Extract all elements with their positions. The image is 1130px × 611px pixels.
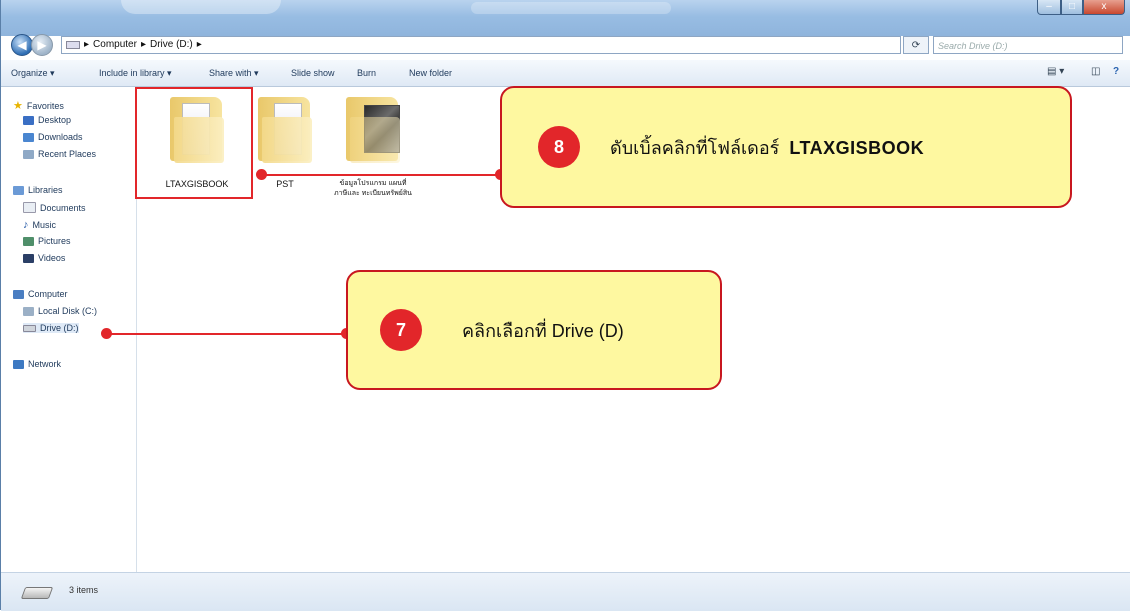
item-count: 3 items — [69, 585, 99, 595]
status-bar: 3 items — [1, 572, 1130, 611]
burn-button[interactable]: Burn — [357, 68, 376, 78]
folder-icon — [254, 93, 316, 165]
view-options-icon[interactable]: ▤ ▾ — [1047, 66, 1064, 77]
preview-pane-icon[interactable]: ◫ — [1091, 66, 1100, 77]
close-button[interactable]: x — [1083, 0, 1125, 15]
sidebar-item-libraries[interactable]: Libraries — [13, 185, 63, 195]
sidebar-item-label: Desktop — [38, 115, 72, 125]
local-disk-icon — [23, 306, 34, 316]
step-8-folder-name: LTAXGISBOOK — [789, 137, 925, 158]
callout-7-connector — [110, 333, 346, 335]
sidebar-item-label: Local Disk (C:) — [38, 306, 98, 316]
sidebar-item-local-disk[interactable]: Local Disk (C:) — [23, 306, 97, 316]
sidebar-item-label: Downloads — [38, 132, 83, 142]
refresh-button[interactable]: ⟳ — [903, 36, 929, 54]
recent-places-icon — [23, 149, 34, 159]
sidebar-item-downloads[interactable]: Downloads — [23, 132, 83, 142]
include-in-library-menu[interactable]: Include in library ▾ — [99, 68, 172, 79]
sidebar-item-label: Drive (D:) — [40, 323, 79, 333]
sidebar-item-recent-places[interactable]: Recent Places — [23, 149, 96, 159]
drive-icon — [20, 587, 54, 599]
callout-8-connector — [262, 174, 500, 176]
network-icon — [13, 359, 24, 369]
search-input[interactable]: Search Drive (D:) — [933, 36, 1123, 54]
step-8-text: ดับเบิ้ลคลิกที่โฟล์เดอร์ LTAXGISBOOK — [610, 133, 924, 162]
navigation-row: ◀ ▶ ▸ Computer ▸ Drive (D:) ▸ ⟳ Search D… — [1, 34, 1130, 58]
sidebar-item-label: Libraries — [28, 185, 63, 195]
window-controls: – □ x — [1037, 0, 1125, 15]
help-icon[interactable]: ? — [1113, 66, 1119, 77]
maximize-button[interactable]: □ — [1061, 0, 1083, 15]
navigation-pane: ★ Favorites Desktop Downloads Recent Pla… — [1, 87, 137, 572]
sidebar-item-videos[interactable]: Videos — [23, 253, 65, 263]
slide-show-button[interactable]: Slide show — [291, 68, 335, 78]
sidebar-item-documents[interactable]: Documents — [23, 202, 86, 213]
folder-item[interactable]: ข้อมูลโปรแกรม แผนที่ภาษีและ ทะเบียนทรัพย… — [333, 93, 413, 199]
libraries-icon — [13, 185, 24, 195]
sidebar-item-drive-d[interactable]: Drive (D:) — [23, 323, 79, 333]
sidebar-item-label: Documents — [40, 202, 86, 213]
back-button[interactable]: ◀ — [11, 34, 33, 56]
music-icon: ♪ — [23, 219, 29, 231]
videos-icon — [23, 253, 34, 263]
callout-step-8: 8 ดับเบิ้ลคลิกที่โฟล์เดอร์ LTAXGISBOOK — [500, 86, 1072, 208]
callout-step-7: 7 คลิกเลือกที่ Drive (D) — [346, 270, 722, 390]
address-separator: ▸ — [196, 39, 202, 50]
sidebar-item-label: Recent Places — [38, 149, 97, 159]
sidebar-item-label: Computer — [28, 289, 68, 299]
command-bar: Organize ▾ Include in library ▾ Share wi… — [1, 60, 1130, 87]
callout-7-dot — [101, 328, 112, 339]
minimize-button[interactable]: – — [1037, 0, 1061, 15]
callout-8-dot — [256, 169, 267, 180]
sidebar-item-label: Network — [28, 359, 62, 369]
step-7-badge: 7 — [380, 309, 422, 351]
sidebar-item-computer[interactable]: Computer — [13, 289, 68, 299]
sidebar-item-music[interactable]: ♪ Music — [23, 219, 56, 231]
address-bar[interactable]: ▸ Computer ▸ Drive (D:) ▸ — [61, 36, 901, 54]
sidebar-item-desktop[interactable]: Desktop — [23, 115, 71, 125]
new-folder-button[interactable]: New folder — [409, 68, 452, 78]
documents-icon — [23, 202, 36, 213]
drive-icon — [23, 324, 36, 332]
desktop-icon — [23, 115, 34, 125]
breadcrumb-computer[interactable]: Computer — [93, 36, 137, 54]
sidebar-item-network[interactable]: Network — [13, 359, 61, 369]
folder-icon — [342, 93, 404, 165]
folder-label: PST — [276, 179, 294, 189]
star-icon: ★ — [13, 100, 23, 112]
pictures-icon — [23, 236, 34, 246]
computer-icon — [13, 289, 24, 299]
sidebar-item-label: Videos — [38, 253, 66, 263]
sidebar-item-favorites[interactable]: ★ Favorites — [13, 99, 64, 112]
sidebar-item-label: Pictures — [38, 236, 71, 246]
sidebar-item-pictures[interactable]: Pictures — [23, 236, 71, 246]
step-8-instruction: ดับเบิ้ลคลิกที่โฟล์เดอร์ — [610, 137, 780, 158]
sidebar-item-label: Music — [32, 220, 57, 230]
step-7-text: คลิกเลือกที่ Drive (D) — [462, 320, 624, 341]
folder-label: ข้อมูลโปรแกรม แผนที่ภาษีและ ทะเบียนทรัพย… — [334, 180, 412, 197]
step-8-badge: 8 — [538, 126, 580, 168]
downloads-icon — [23, 132, 34, 142]
share-with-menu[interactable]: Share with ▾ — [209, 68, 259, 79]
sidebar-item-label: Favorites — [26, 100, 64, 111]
organize-menu[interactable]: Organize ▾ — [11, 68, 55, 79]
breadcrumb-drive-d[interactable]: Drive (D:) — [150, 36, 193, 54]
address-separator: ▸ — [84, 39, 90, 50]
drive-icon — [66, 41, 80, 49]
forward-button[interactable]: ▶ — [31, 34, 53, 56]
folder-highlight-box — [135, 87, 253, 199]
address-separator: ▸ — [140, 39, 146, 50]
title-bar: – □ x — [1, 0, 1130, 36]
